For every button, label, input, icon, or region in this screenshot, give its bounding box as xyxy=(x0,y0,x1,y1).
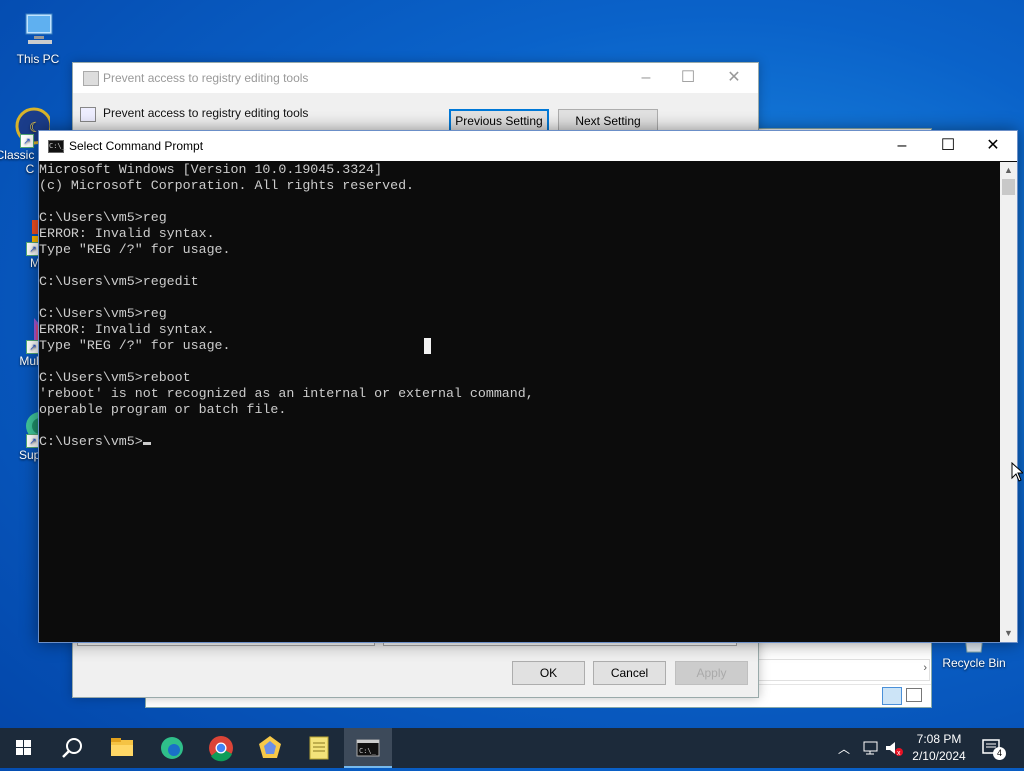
action-center-button[interactable]: 4 xyxy=(980,736,1008,760)
mouse-pointer-icon xyxy=(1011,462,1023,482)
command-prompt-window: C:\_ Select Command Prompt – ☐ ✕ Microso… xyxy=(38,130,1018,643)
ok-button[interactable]: OK xyxy=(512,661,585,685)
chevron-right-icon[interactable]: › xyxy=(923,662,927,674)
scroll-up-icon[interactable]: ▲ xyxy=(1000,162,1017,179)
policy-setting-icon xyxy=(80,107,96,122)
maximize-button[interactable]: ☐ xyxy=(925,131,971,161)
search-button[interactable] xyxy=(48,728,96,768)
dialog-title: Prevent access to registry editing tools xyxy=(103,71,309,85)
taskbar-clock[interactable]: 7:08 PM 2/10/2024 xyxy=(908,731,970,765)
taskbar-file-explorer[interactable] xyxy=(98,728,146,768)
computer-icon xyxy=(18,10,58,50)
desktop-icon-label: This PC xyxy=(16,52,60,66)
vertical-scrollbar[interactable]: ▲ ▼ xyxy=(1000,162,1017,642)
windows-logo-icon xyxy=(16,740,31,755)
svg-text:x: x xyxy=(897,750,901,757)
taskbar: C:\_ ︿ x 7:08 PM 2/10/2024 4 xyxy=(0,728,1024,768)
cmd-icon: C:\_ xyxy=(356,739,380,757)
cmd-titlebar[interactable]: C:\_ Select Command Prompt – ☐ ✕ xyxy=(39,131,1017,161)
large-icons-view-icon[interactable] xyxy=(906,688,922,702)
cmd-title: Select Command Prompt xyxy=(69,139,204,153)
cmd-output-text: Microsoft Windows [Version 10.0.19045.33… xyxy=(39,162,534,449)
taskbar-command-prompt[interactable]: C:\_ xyxy=(344,728,392,768)
close-button[interactable]: ✕ xyxy=(970,131,1016,161)
cmd-icon: C:\_ xyxy=(48,140,66,153)
minimize-button[interactable]: – xyxy=(879,131,925,161)
volume-muted-icon[interactable]: x xyxy=(884,739,904,757)
apply-button[interactable]: Apply xyxy=(675,661,748,685)
minimize-button[interactable]: – xyxy=(623,63,669,93)
policy-name: Prevent access to registry editing tools xyxy=(103,106,309,120)
chevron-up-icon[interactable]: ︿ xyxy=(838,740,850,757)
maximize-button[interactable]: ☐ xyxy=(665,63,711,93)
chrome-icon xyxy=(209,736,233,762)
network-icon[interactable] xyxy=(862,739,880,757)
policy-icon xyxy=(83,71,99,86)
notepad-icon xyxy=(309,736,329,760)
taskbar-edge[interactable] xyxy=(148,728,196,768)
scroll-thumb[interactable] xyxy=(1002,179,1015,195)
notification-badge: 4 xyxy=(993,747,1006,760)
cancel-button[interactable]: Cancel xyxy=(593,661,666,685)
text-cursor xyxy=(142,442,151,445)
dialog-titlebar[interactable]: Prevent access to registry editing tools… xyxy=(73,63,758,93)
edge-icon xyxy=(161,737,183,759)
taskbar-chrome[interactable] xyxy=(197,728,245,768)
selection-block xyxy=(424,338,431,354)
taskbar-app[interactable] xyxy=(246,728,294,768)
desktop-icon-this-pc[interactable]: This PC xyxy=(2,10,74,66)
scroll-down-icon[interactable]: ▼ xyxy=(1000,625,1017,642)
cmd-console[interactable]: Microsoft Windows [Version 10.0.19045.33… xyxy=(39,162,1000,642)
svg-text:C:\_: C:\_ xyxy=(359,747,377,755)
app-icon xyxy=(259,736,281,758)
start-button[interactable] xyxy=(0,728,48,768)
clock-time: 7:08 PM xyxy=(916,732,962,746)
file-explorer-icon xyxy=(111,738,133,756)
clock-date: 2/10/2024 xyxy=(912,749,966,763)
search-icon xyxy=(62,738,82,758)
close-button[interactable]: ✕ xyxy=(711,63,757,93)
taskbar-notepad[interactable] xyxy=(295,728,343,768)
details-view-icon[interactable] xyxy=(882,687,902,705)
explorer-scrollbar-h[interactable]: › xyxy=(758,659,930,681)
desktop-icon-label: Recycle Bin xyxy=(942,656,1006,670)
